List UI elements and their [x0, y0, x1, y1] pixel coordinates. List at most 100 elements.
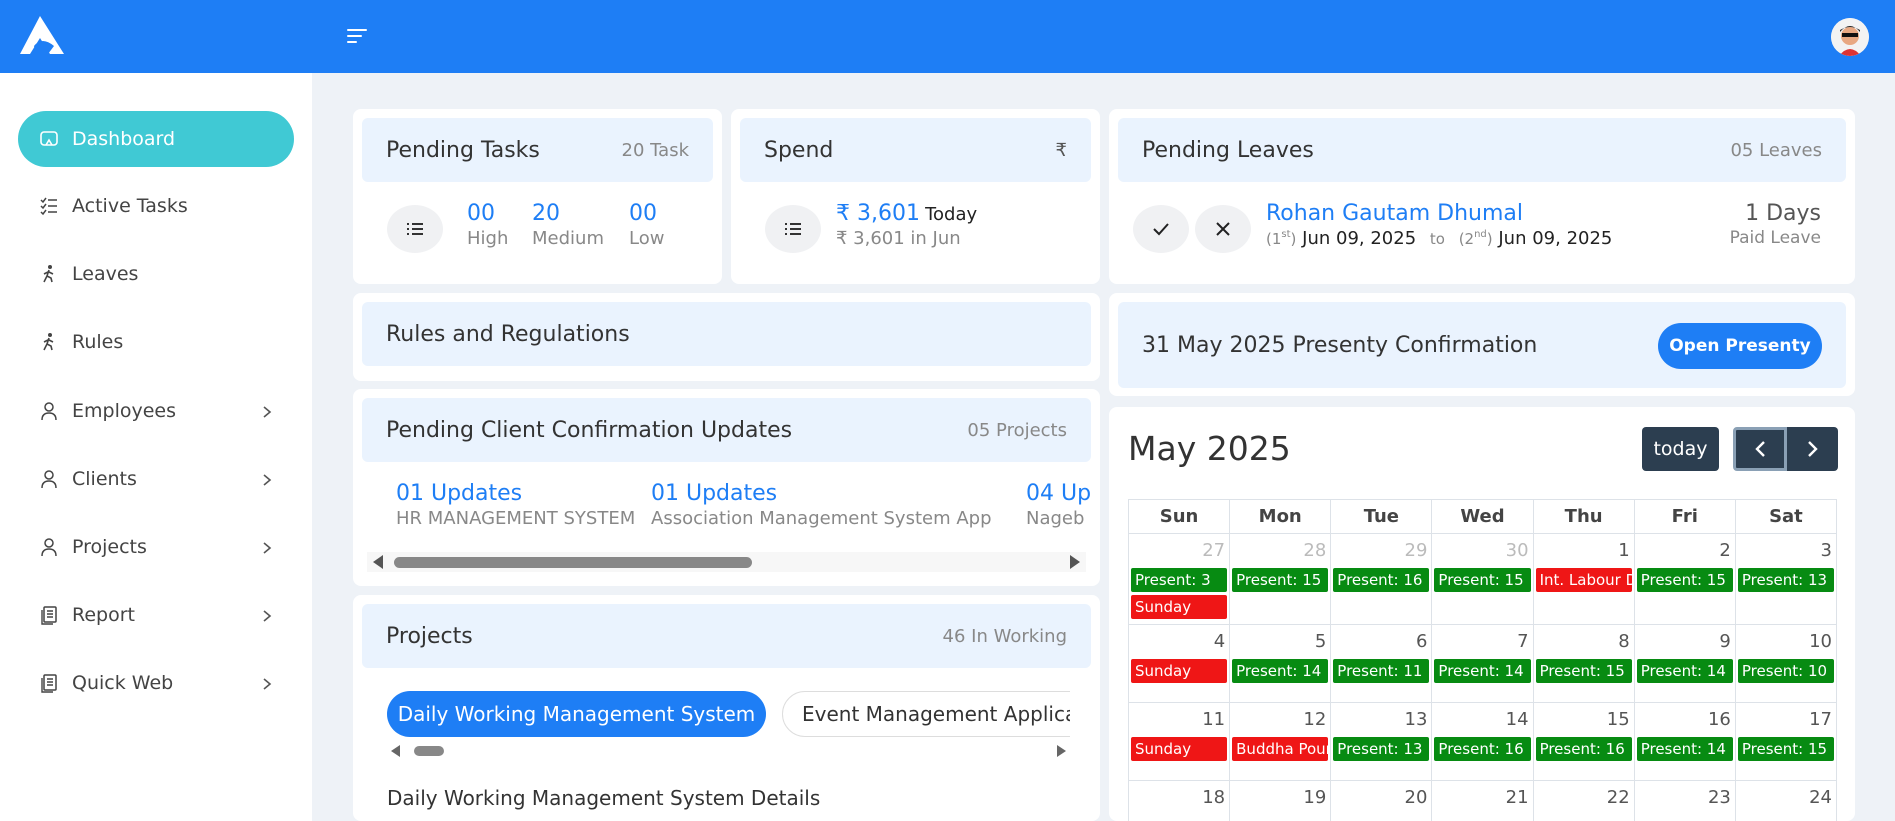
calendar-day[interactable]: 24 — [1734, 780, 1838, 821]
approve-button[interactable] — [1133, 205, 1189, 253]
presence-event[interactable]: Present: 16 — [1434, 737, 1531, 761]
scroll-left-icon[interactable] — [391, 745, 400, 757]
presence-event[interactable]: Present: 11 — [1333, 659, 1430, 683]
day-number[interactable]: 10 — [1738, 627, 1834, 659]
day-number[interactable]: 7 — [1434, 627, 1530, 659]
calendar-day[interactable]: 17 Present: 15 — [1734, 702, 1838, 781]
presence-event[interactable]: Present: 16 — [1333, 568, 1430, 592]
day-number[interactable]: 8 — [1536, 627, 1632, 659]
update-item[interactable]: 01 Updates HR MANAGEMENT SYSTEM — [396, 481, 635, 529]
day-number[interactable]: 23 — [1637, 783, 1733, 815]
day-number[interactable]: 13 — [1333, 705, 1429, 737]
presence-event[interactable]: Present: 15 — [1737, 737, 1834, 761]
holiday-event[interactable]: Sunday — [1131, 737, 1228, 761]
calendar-day[interactable]: 21 — [1431, 780, 1534, 821]
sidebar-item-dashboard[interactable]: Dashboard — [18, 111, 294, 167]
scroll-right-icon[interactable] — [1070, 555, 1080, 569]
calendar-day[interactable]: 13 Present: 13 — [1330, 702, 1433, 781]
calendar-day[interactable]: 27 Present: 3 Sunday — [1127, 533, 1231, 625]
horizontal-scrollbar[interactable] — [367, 552, 1086, 572]
tab-event-management[interactable]: Event Management Applica — [782, 691, 1070, 737]
update-item[interactable]: 01 Updates Association Management System… — [651, 481, 992, 529]
day-number[interactable]: 6 — [1333, 627, 1429, 659]
calendar-day[interactable]: 15 Present: 16 — [1532, 702, 1635, 781]
medium-stat[interactable]: 20 Medium — [532, 201, 604, 249]
calendar-day[interactable]: 19 — [1229, 780, 1332, 821]
menu-icon[interactable] — [347, 29, 367, 47]
day-number[interactable]: 5 — [1232, 627, 1328, 659]
holiday-event[interactable]: Sunday — [1131, 595, 1228, 619]
day-number[interactable]: 24 — [1738, 783, 1834, 815]
calendar-day[interactable]: 7 Present: 14 — [1431, 624, 1534, 703]
app-logo[interactable] — [20, 16, 66, 60]
rules-card[interactable]: Rules and Regulations — [353, 293, 1100, 381]
calendar-day[interactable]: 29 Present: 16 — [1330, 533, 1433, 625]
day-number[interactable]: 3 — [1738, 536, 1834, 568]
employee-name-link[interactable]: Rohan Gautam Dhumal — [1266, 201, 1612, 226]
sidebar-item-quick-web[interactable]: Quick Web — [18, 655, 294, 711]
day-number[interactable]: 28 — [1232, 536, 1328, 568]
list-icon[interactable] — [765, 205, 821, 253]
calendar-day[interactable]: 14 Present: 16 — [1431, 702, 1534, 781]
presence-event[interactable]: Present: 13 — [1737, 568, 1834, 592]
day-number[interactable]: 11 — [1131, 705, 1227, 737]
calendar-day[interactable]: 28 Present: 15 — [1229, 533, 1332, 625]
scroll-left-icon[interactable] — [373, 555, 383, 569]
calendar-day[interactable]: 10 Present: 10 — [1734, 624, 1838, 703]
calendar-day[interactable]: 12Buddha Pournima — [1229, 702, 1332, 781]
scrollbar-thumb[interactable] — [394, 557, 752, 568]
high-stat[interactable]: 00 High — [467, 201, 508, 249]
presence-event[interactable]: Present: 3 — [1131, 568, 1228, 592]
day-number[interactable]: 22 — [1536, 783, 1632, 815]
sidebar-item-active-tasks[interactable]: Active Tasks — [18, 178, 294, 234]
presence-event[interactable]: Present: 14 — [1232, 659, 1329, 683]
day-number[interactable]: 16 — [1637, 705, 1733, 737]
user-avatar[interactable] — [1831, 18, 1869, 56]
presence-event[interactable]: Present: 15 — [1636, 568, 1733, 592]
presence-event[interactable]: Present: 15 — [1434, 568, 1531, 592]
day-number[interactable]: 1 — [1536, 536, 1632, 568]
day-number[interactable]: 15 — [1536, 705, 1632, 737]
presence-event[interactable]: Present: 15 — [1535, 659, 1632, 683]
day-number[interactable]: 30 — [1434, 536, 1530, 568]
scrollbar-thumb[interactable] — [414, 746, 444, 756]
sidebar-item-employees[interactable]: Employees — [18, 383, 294, 439]
calendar-day[interactable]: 30 Present: 15 — [1431, 533, 1534, 625]
calendar-day[interactable]: 2 Present: 15 — [1633, 533, 1736, 625]
day-number[interactable]: 4 — [1131, 627, 1227, 659]
prev-month-button[interactable] — [1733, 427, 1787, 471]
low-stat[interactable]: 00 Low — [629, 201, 664, 249]
day-number[interactable]: 29 — [1333, 536, 1429, 568]
day-number[interactable]: 21 — [1434, 783, 1530, 815]
holiday-event[interactable]: Buddha Pournima — [1232, 737, 1329, 761]
update-item[interactable]: 04 Up Nageb — [1026, 481, 1091, 529]
presence-event[interactable]: Present: 13 — [1333, 737, 1430, 761]
calendar-day[interactable]: 20 — [1330, 780, 1433, 821]
holiday-event[interactable]: Sunday — [1131, 659, 1228, 683]
calendar-day[interactable]: 22 — [1532, 780, 1635, 821]
day-number[interactable]: 20 — [1333, 783, 1429, 815]
calendar-day[interactable]: 23 — [1633, 780, 1736, 821]
calendar-day[interactable]: 9 Present: 14 — [1633, 624, 1736, 703]
sidebar-item-projects[interactable]: Projects — [18, 519, 294, 575]
calendar-day[interactable]: 3 Present: 13 — [1734, 533, 1838, 625]
calendar-day[interactable]: 1Int. Labour Day — [1532, 533, 1635, 625]
sidebar-item-rules[interactable]: Rules — [18, 314, 294, 370]
calendar-day[interactable]: 8 Present: 15 — [1532, 624, 1635, 703]
holiday-event[interactable]: Int. Labour Day — [1535, 568, 1632, 592]
calendar-day[interactable]: 4 Sunday — [1127, 624, 1231, 703]
sidebar-item-leaves[interactable]: Leaves — [18, 246, 294, 302]
day-number[interactable]: 2 — [1637, 536, 1733, 568]
presence-event[interactable]: Present: 10 — [1737, 659, 1834, 683]
today-button[interactable]: today — [1642, 427, 1719, 471]
calendar-day[interactable]: 5 Present: 14 — [1229, 624, 1332, 703]
calendar-day[interactable]: 11 Sunday — [1127, 702, 1231, 781]
reject-button[interactable] — [1195, 205, 1251, 253]
presence-event[interactable]: Present: 14 — [1636, 659, 1733, 683]
open-presenty-button[interactable]: Open Presenty — [1658, 323, 1822, 369]
calendar-day[interactable]: 18 — [1127, 780, 1231, 821]
day-number[interactable]: 27 — [1131, 536, 1227, 568]
day-number[interactable]: 18 — [1131, 783, 1227, 815]
calendar-day[interactable]: 6 Present: 11 — [1330, 624, 1433, 703]
presence-event[interactable]: Present: 14 — [1636, 737, 1733, 761]
